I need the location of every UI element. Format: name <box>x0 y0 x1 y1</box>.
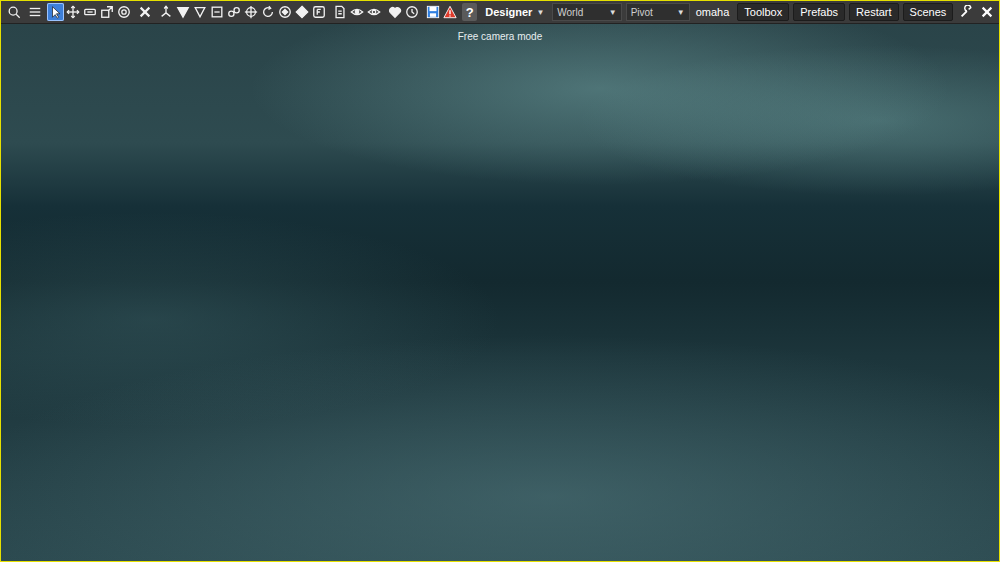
orbit-icon <box>278 5 292 19</box>
toolbar-button[interactable]: Prefabs <box>793 3 845 21</box>
mode-label: Designer <box>485 6 532 18</box>
drop-tool[interactable] <box>174 3 191 21</box>
scene-render <box>1 24 999 561</box>
list-icon <box>28 5 42 19</box>
eye-tool[interactable] <box>348 3 365 21</box>
diamond-tool[interactable] <box>293 3 310 21</box>
list-tool[interactable] <box>26 3 43 21</box>
orbit-tool[interactable] <box>276 3 293 21</box>
move-icon <box>66 5 80 19</box>
scale-icon <box>100 5 114 19</box>
diamond-icon <box>295 5 309 19</box>
circle-tool[interactable] <box>115 3 132 21</box>
space-dropdown[interactable]: Pivot ▼ <box>626 3 690 21</box>
toolbar-button[interactable]: Restart <box>849 3 898 21</box>
link-icon <box>227 5 241 19</box>
user-name: omaha <box>696 6 730 18</box>
dropdown-value: World <box>557 7 583 18</box>
delete-tool[interactable] <box>136 3 153 21</box>
clock-tool[interactable] <box>403 3 420 21</box>
drop-icon <box>176 5 190 19</box>
tool-group <box>157 3 327 21</box>
gizmo-icon <box>159 5 173 19</box>
select-icon <box>49 5 63 19</box>
mode-dropdown[interactable]: Designer ▼ <box>481 4 548 20</box>
clock-icon <box>405 5 419 19</box>
eye-off-icon <box>367 5 381 19</box>
select-tool[interactable] <box>47 3 64 21</box>
help-button[interactable]: ? <box>462 3 477 21</box>
delete-icon <box>138 5 152 19</box>
rect-tool[interactable] <box>81 3 98 21</box>
snap-tool[interactable] <box>310 3 327 21</box>
scene-viewport[interactable]: Free camera mode <box>1 24 999 561</box>
toolbar: ? Designer ▼ World ▼Pivot ▼ omaha Toolbo… <box>1 1 999 24</box>
target-tool[interactable] <box>242 3 259 21</box>
page-icon <box>333 5 347 19</box>
gizmo-tool[interactable] <box>157 3 174 21</box>
move-tool[interactable] <box>64 3 81 21</box>
eye-icon <box>350 5 364 19</box>
save-icon <box>426 5 440 19</box>
rect-icon <box>83 5 97 19</box>
tool-group <box>47 3 132 21</box>
toolbar-button[interactable]: Scenes <box>903 3 954 21</box>
tool-group <box>136 3 153 21</box>
heart-tool[interactable] <box>386 3 403 21</box>
tool-group <box>331 3 382 21</box>
circle-icon <box>117 5 131 19</box>
close-icon <box>980 5 994 19</box>
settings-button[interactable] <box>957 3 974 21</box>
save-tool[interactable] <box>424 3 441 21</box>
dropdown-arrow: ▼ <box>609 8 617 17</box>
snap-icon <box>312 5 326 19</box>
link-tool[interactable] <box>225 3 242 21</box>
tool-group <box>424 3 458 21</box>
drop-outline-tool[interactable] <box>191 3 208 21</box>
rotate-icon <box>261 5 275 19</box>
space-dropdown[interactable]: World ▼ <box>552 3 621 21</box>
warning-icon <box>443 5 457 19</box>
rotate-tool[interactable] <box>259 3 276 21</box>
dropdown-arrow: ▼ <box>677 8 685 17</box>
tool-group <box>386 3 420 21</box>
dropdown-value: Pivot <box>631 7 653 18</box>
box-icon <box>210 5 224 19</box>
heart-icon <box>388 5 402 19</box>
target-icon <box>244 5 258 19</box>
warning-tool[interactable] <box>441 3 458 21</box>
camera-mode-label: Free camera mode <box>1 31 999 42</box>
editor-window: ? Designer ▼ World ▼Pivot ▼ omaha Toolbo… <box>0 0 1000 562</box>
box-tool[interactable] <box>208 3 225 21</box>
dropdown-arrow: ▼ <box>536 8 544 17</box>
tool-group <box>5 3 22 21</box>
eye-off-tool[interactable] <box>365 3 382 21</box>
tool-group <box>26 3 43 21</box>
close-button[interactable] <box>978 3 995 21</box>
wrench-icon <box>959 5 973 19</box>
search-tool[interactable] <box>5 3 22 21</box>
page-tool[interactable] <box>331 3 348 21</box>
toolbar-button[interactable]: Toolbox <box>737 3 789 21</box>
scale-tool[interactable] <box>98 3 115 21</box>
drop-outline-icon <box>193 5 207 19</box>
search-icon <box>7 5 21 19</box>
